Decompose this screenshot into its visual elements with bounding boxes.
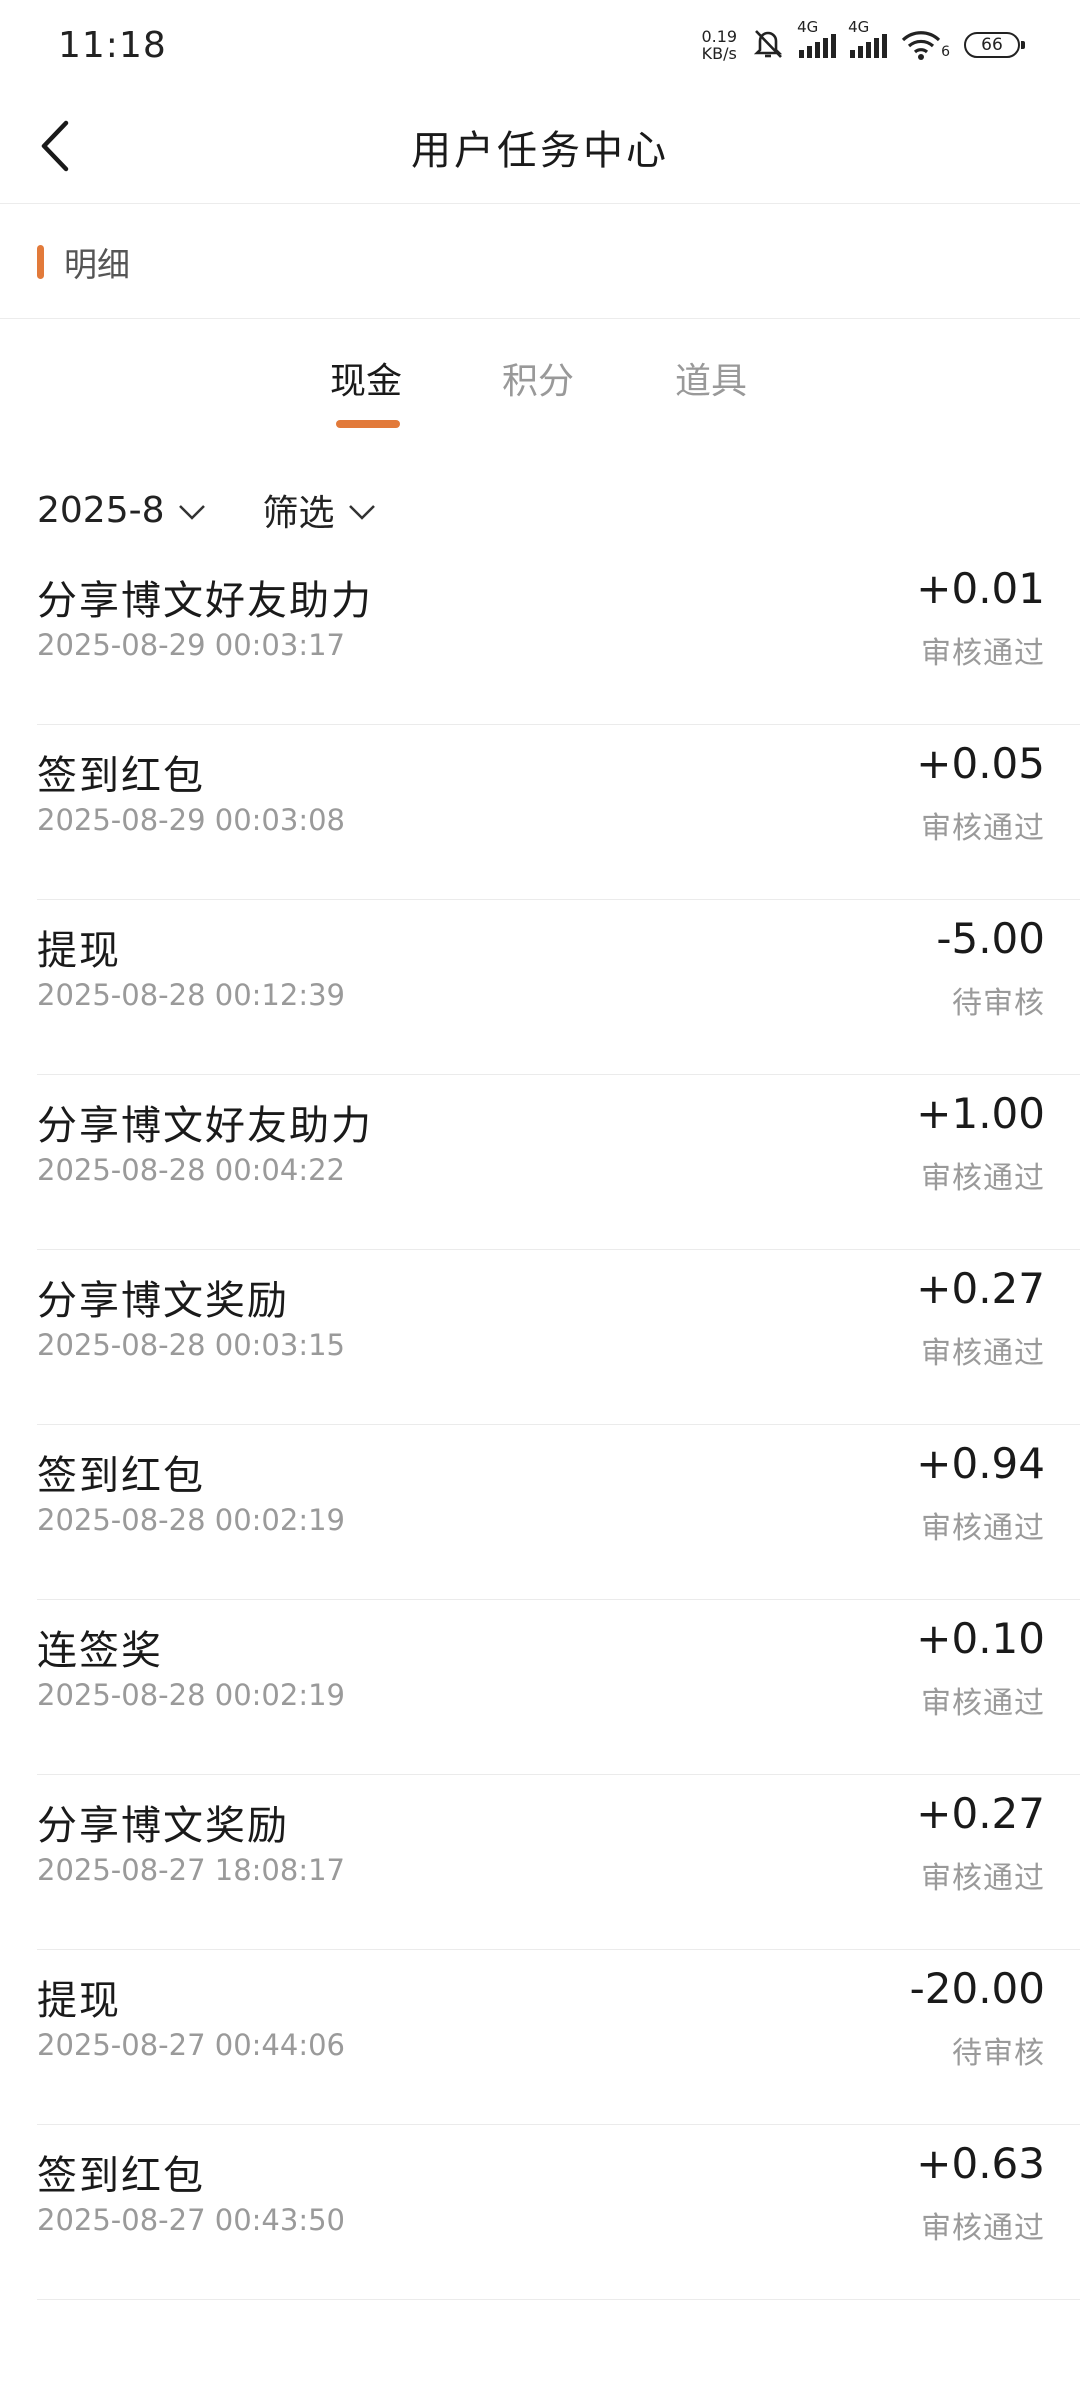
- record-amount: -5.00: [936, 914, 1045, 963]
- section-accent-bar: [37, 244, 44, 279]
- status-time: 11:18: [58, 24, 167, 66]
- record-row[interactable]: 分享博文奖励 2025-08-28 00:03:15 +0.27 审核通过: [37, 1250, 1080, 1425]
- record-amount: +0.27: [916, 1264, 1045, 1313]
- tab-items[interactable]: 道具: [675, 352, 747, 404]
- record-time: 2025-08-29 00:03:17: [37, 628, 345, 662]
- record-amount: +0.94: [916, 1439, 1045, 1488]
- record-title: 分享博文好友助力: [37, 578, 373, 624]
- record-time: 2025-08-28 00:04:22: [37, 1153, 345, 1187]
- record-status: 审核通过: [921, 1336, 1045, 1371]
- month-label: 2025-8: [37, 489, 165, 531]
- wifi-sub: 6: [941, 44, 950, 60]
- record-title: 提现: [37, 928, 121, 974]
- record-status: 审核通过: [921, 2211, 1045, 2246]
- signal-label-1: 4G: [797, 18, 819, 36]
- record-row[interactable]: 签到红包 2025-08-29 00:03:08 +0.05 审核通过: [37, 725, 1080, 900]
- page-title: 用户任务中心: [411, 127, 669, 174]
- tab-indicator: [336, 420, 400, 428]
- record-title: 分享博文奖励: [37, 1803, 289, 1849]
- filter-label: 筛选: [262, 493, 335, 534]
- record-time: 2025-08-28 00:12:39: [37, 978, 345, 1012]
- bell-muted-icon: [751, 26, 785, 64]
- net-speed-unit: KB/s: [701, 44, 737, 63]
- back-arrow-icon[interactable]: [24, 114, 88, 178]
- record-title: 签到红包: [37, 2153, 205, 2199]
- net-speed: 0.19 KB/s: [701, 28, 737, 62]
- cell-signal-icon: 4G: [797, 18, 837, 58]
- record-amount: -20.00: [909, 1964, 1045, 2013]
- record-status: 审核通过: [921, 1861, 1045, 1896]
- record-time: 2025-08-27 18:08:17: [37, 1853, 345, 1887]
- record-amount: +1.00: [916, 1089, 1045, 1138]
- record-title: 提现: [37, 1978, 121, 2024]
- month-selector[interactable]: 2025-8: [37, 490, 207, 531]
- record-amount: +0.10: [916, 1614, 1045, 1663]
- record-row[interactable]: 分享博文好友助力 2025-08-28 00:04:22 +1.00 审核通过: [37, 1075, 1080, 1250]
- record-time: 2025-08-28 00:03:15: [37, 1328, 345, 1362]
- section-header: 明细: [0, 205, 1080, 319]
- record-row[interactable]: 签到红包 2025-08-28 00:02:19 +0.94 审核通过: [37, 1425, 1080, 1600]
- record-status: 审核通过: [921, 811, 1045, 846]
- record-amount: +0.27: [916, 1789, 1045, 1838]
- chevron-down-icon: [347, 490, 377, 531]
- record-row[interactable]: 分享博文奖励 2025-08-27 18:08:17 +0.27 审核通过: [37, 1775, 1080, 1950]
- record-row[interactable]: 提现 2025-08-27 00:44:06 -20.00 待审核: [37, 1950, 1080, 2125]
- record-status: 审核通过: [921, 636, 1045, 671]
- record-title: 连签奖: [37, 1628, 163, 1674]
- record-status: 审核通过: [921, 1161, 1045, 1196]
- record-list: 分享博文好友助力 2025-08-29 00:03:17 +0.01 审核通过 签到红…: [37, 550, 1080, 2300]
- record-row[interactable]: 连签奖 2025-08-28 00:02:19 +0.10 审核通过: [37, 1600, 1080, 1775]
- signal-label-2: 4G: [848, 18, 870, 36]
- record-amount: +0.05: [916, 739, 1045, 788]
- cell-signal-icon: 4G: [848, 18, 888, 58]
- record-time: 2025-08-27 00:44:06: [37, 2028, 345, 2062]
- record-amount: +0.63: [916, 2139, 1045, 2188]
- record-row[interactable]: 提现 2025-08-28 00:12:39 -5.00 待审核: [37, 900, 1080, 1075]
- wifi-icon: 6: [901, 30, 950, 60]
- filter-bar: 2025-8 筛选: [37, 480, 377, 540]
- net-speed-value: 0.19: [701, 27, 738, 46]
- section-title: 明细: [64, 244, 130, 284]
- tab-points[interactable]: 积分: [502, 352, 574, 404]
- chevron-down-icon: [177, 490, 207, 531]
- record-title: 签到红包: [37, 753, 205, 799]
- record-time: 2025-08-29 00:03:08: [37, 803, 345, 837]
- nav-bar: 用户任务中心: [0, 90, 1080, 204]
- record-title: 签到红包: [37, 1453, 205, 1499]
- record-time: 2025-08-27 00:43:50: [37, 2203, 345, 2237]
- battery-icon: 66: [964, 32, 1025, 58]
- tab-bar: 现金 积分 道具: [0, 320, 1080, 430]
- tab-cash[interactable]: 现金: [330, 352, 402, 404]
- record-status: 待审核: [952, 2036, 1045, 2071]
- record-status: 审核通过: [921, 1511, 1045, 1546]
- record-title: 分享博文奖励: [37, 1278, 289, 1324]
- record-row[interactable]: 分享博文好友助力 2025-08-29 00:03:17 +0.01 审核通过: [37, 550, 1080, 725]
- record-amount: +0.01: [916, 564, 1045, 613]
- record-title: 分享博文好友助力: [37, 1103, 373, 1149]
- record-row[interactable]: 签到红包 2025-08-27 00:43:50 +0.63 审核通过: [37, 2125, 1080, 2300]
- record-status: 审核通过: [921, 1686, 1045, 1721]
- record-status: 待审核: [952, 986, 1045, 1021]
- status-icons: 0.19 KB/s 4G 4G 6 66: [701, 18, 1025, 64]
- record-time: 2025-08-28 00:02:19: [37, 1678, 345, 1712]
- record-time: 2025-08-28 00:02:19: [37, 1503, 345, 1537]
- filter-selector[interactable]: 筛选: [263, 484, 377, 536]
- status-bar: 11:18 0.19 KB/s 4G 4G 6 66: [0, 0, 1080, 90]
